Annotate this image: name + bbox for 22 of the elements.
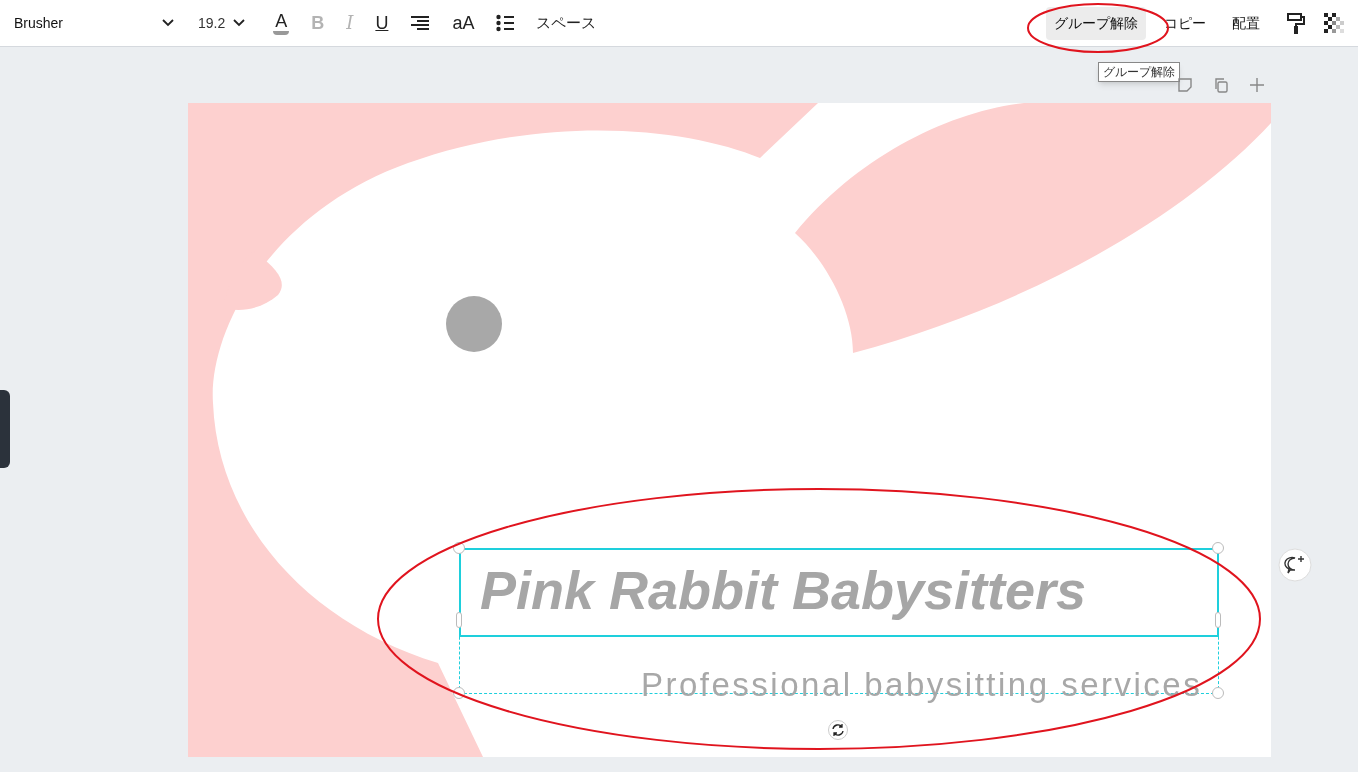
bullet-list-icon[interactable]: [496, 14, 515, 32]
toolbar-action-button[interactable]: コピー: [1156, 6, 1214, 40]
text-color-button[interactable]: A: [273, 11, 290, 35]
chevron-down-icon[interactable]: [162, 19, 174, 27]
chevron-down-icon[interactable]: [233, 19, 246, 27]
rotate-icon[interactable]: [828, 720, 848, 740]
paint-roller-icon[interactable]: [1286, 12, 1306, 34]
underline-button[interactable]: U: [375, 13, 389, 33]
letter-case-button[interactable]: aA: [452, 13, 475, 33]
font-size[interactable]: 19.2: [198, 12, 226, 34]
side-handle[interactable]: [1215, 612, 1221, 628]
add-comment-icon[interactable]: [1278, 548, 1312, 582]
tooltip: グループ解除: [1098, 62, 1180, 82]
side-handle[interactable]: [456, 612, 462, 628]
toolbar-action-button[interactable]: グループ解除: [1046, 6, 1146, 40]
spacing-button[interactable]: スペース: [536, 13, 597, 33]
align-right-icon[interactable]: [410, 15, 431, 31]
side-tab[interactable]: [0, 390, 10, 468]
transparency-icon[interactable]: [1324, 13, 1344, 33]
font-name[interactable]: Brusher: [14, 12, 64, 34]
toolbar-action-button[interactable]: 配置: [1224, 6, 1268, 40]
note-icon[interactable]: [1177, 77, 1193, 93]
